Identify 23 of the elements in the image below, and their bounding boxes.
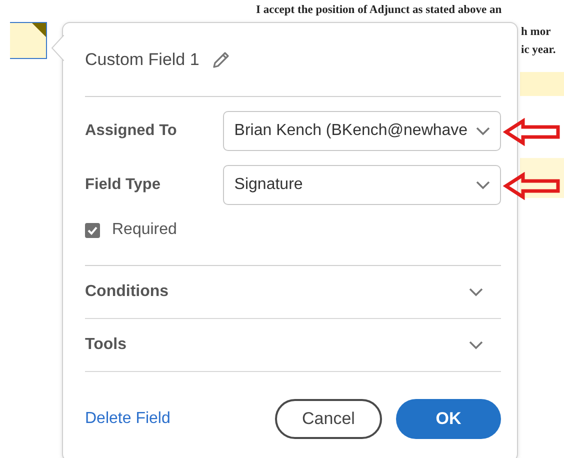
document-text: I accept the position of Adjunct as stated above an xyxy=(256,4,502,16)
field-label: Field Type xyxy=(85,176,162,194)
chevron-down-icon xyxy=(476,126,490,136)
document-text: ic year. xyxy=(521,44,556,56)
checkbox[interactable] xyxy=(85,222,100,238)
field-label: Assigned To xyxy=(85,122,178,140)
chevron-icon xyxy=(469,340,483,350)
field-title: Custom Field 1 xyxy=(85,50,200,70)
corner-flag-icon xyxy=(32,23,46,37)
delete-link[interactable]: Delete Field xyxy=(85,410,261,428)
dropdown[interactable]: Brian Kench (BKench@newhave xyxy=(223,111,501,151)
accordion-header[interactable]: Conditions xyxy=(85,266,501,319)
form-field[interactable] xyxy=(10,22,47,59)
chevron-icon xyxy=(469,287,483,297)
pencil-icon[interactable] xyxy=(211,50,232,70)
accordion-header[interactable]: Tools xyxy=(85,319,501,372)
cancel-button[interactable]: Cancel xyxy=(275,399,382,439)
document-text: h mor xyxy=(521,26,551,38)
form-field-highlight xyxy=(520,72,564,96)
checkbox-label: Required xyxy=(112,221,177,239)
dropdown[interactable]: Signature xyxy=(223,165,501,205)
ok-button[interactable]: OK xyxy=(396,399,501,439)
chevron-down-icon xyxy=(476,180,490,190)
